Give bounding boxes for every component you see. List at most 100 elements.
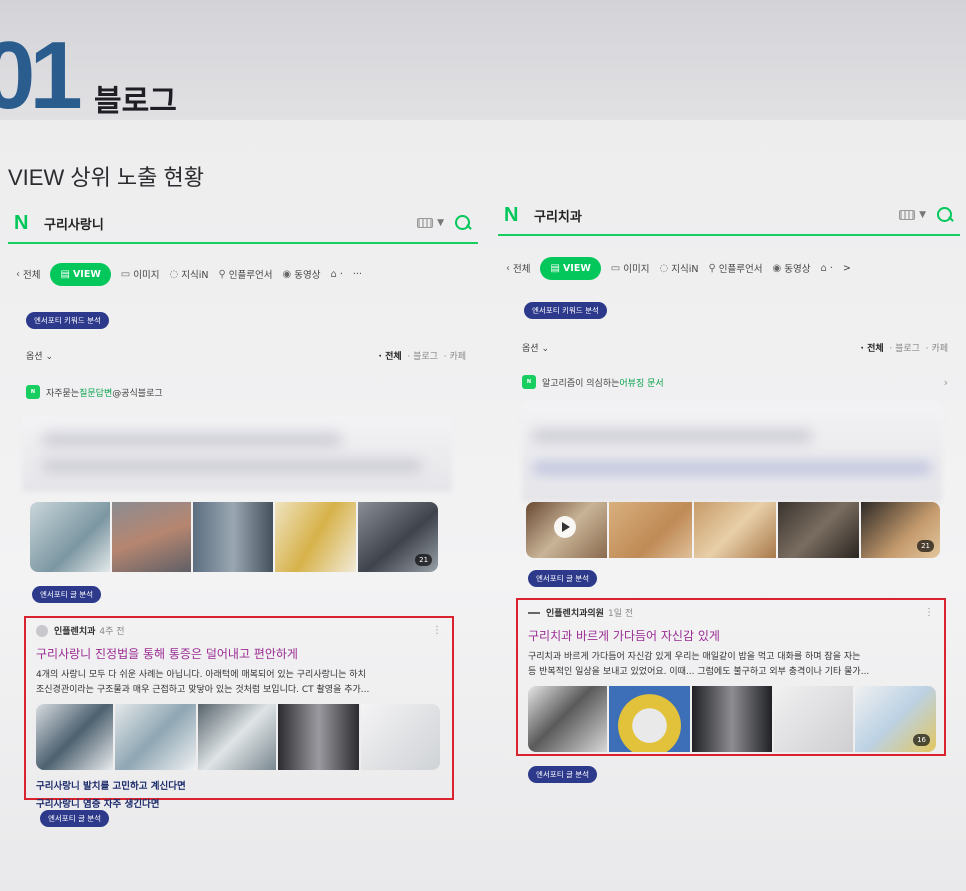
filter-cafe[interactable]: · 카페 [926, 344, 948, 354]
options-dropdown[interactable]: 옵션 ⌄ [26, 349, 53, 362]
post-image[interactable] [773, 686, 853, 752]
more-options-icon[interactable]: ⋮ [432, 625, 442, 636]
naver-logo[interactable]: N [504, 204, 526, 227]
chevron-down-icon[interactable]: ▼ [437, 218, 444, 228]
tab-all[interactable]: ‹ 전체 [16, 267, 40, 282]
play-icon[interactable] [554, 516, 576, 538]
tab-influencer[interactable]: ⚲ 인플루언서 [708, 261, 763, 276]
search-icon[interactable] [936, 206, 954, 224]
tab-view[interactable]: ▤ VIEW [50, 262, 111, 286]
info-prefix: 자주묻는 [46, 388, 80, 399]
info-row[interactable]: N 알고리즘이 의심하는 어뷰징 문서 › [498, 366, 960, 398]
post-analysis-badge[interactable]: 엔서포티 글 분석 [528, 766, 598, 783]
shopping-bag-icon: ⌂ [330, 268, 337, 280]
gallery-video[interactable] [526, 502, 608, 558]
highlighted-post-card[interactable]: 인플렌치과 4주 전 ⋮ 구리사랑니 진정법을 통해 통증은 덜어내고 편안하게… [24, 616, 454, 810]
post-analysis-badge[interactable]: 엔서포티 글 분석 [32, 586, 102, 603]
post-analysis-badge[interactable]: 엔서포티 글 분석 [528, 570, 598, 587]
info-link[interactable]: 질문답변 [79, 386, 112, 399]
gallery-image[interactable] [193, 502, 273, 572]
post-image[interactable] [278, 704, 360, 770]
filter-cafe[interactable]: · 카페 [444, 352, 466, 362]
tab-image[interactable]: ▭ 이미지 [120, 267, 160, 282]
tab-shopping[interactable]: ⌂ · [820, 263, 832, 274]
naver-logo[interactable]: N [14, 212, 36, 235]
post-image[interactable] [609, 686, 691, 752]
tab-image[interactable]: ▭ 이미지 [611, 261, 650, 276]
post-images[interactable] [36, 704, 440, 770]
tab-next[interactable]: > [843, 263, 851, 274]
tab-video[interactable]: ◉ 동영상 [282, 267, 320, 282]
filter-label: 카페 [449, 351, 466, 362]
tab-knowledge[interactable]: ◌ 지식iN [169, 267, 208, 282]
image-gallery[interactable]: 21 [526, 502, 940, 558]
info-row[interactable]: N 자주묻는 질문답변 @공식블로그 [8, 376, 478, 408]
tab-knowledge[interactable]: ◌ 지식iN [659, 261, 699, 276]
keyword-analysis-badge[interactable]: 엔서포티 키워드 분석 [26, 312, 109, 329]
search-bar[interactable]: N 구리치과 ▼ [498, 196, 960, 236]
post-image[interactable] [114, 704, 196, 770]
gallery-image[interactable] [694, 502, 776, 558]
post-image[interactable] [36, 704, 113, 770]
avatar[interactable] [528, 611, 540, 614]
tab-label: 지식iN [671, 264, 699, 275]
author-name[interactable]: 인플렌치과 [54, 624, 95, 637]
chevron-left-icon: ‹ [16, 268, 20, 280]
search-panel-right: N 구리치과 ▼ ‹ 전체 ▤ VIEW ▭ 이미지 ◌ 지식iN ⚲ 인플루언서 ◉ 동영… [498, 196, 960, 783]
tab-video[interactable]: ◉ 동영상 [772, 261, 810, 276]
keyboard-icon[interactable] [417, 218, 434, 228]
gallery-image[interactable]: 21 [358, 502, 438, 572]
related-post-link[interactable]: 구리사랑니 발치를 고민하고 계신다면 [36, 778, 442, 796]
post-image[interactable] [197, 704, 277, 770]
image-icon: ▭ [120, 268, 131, 280]
post-image[interactable] [692, 686, 772, 752]
highlighted-post-card[interactable]: 인플렌치과의원 1일 전 ⋮ 구리치과 바르게 가다듬어 자신감 있게 구리치과… [516, 598, 946, 756]
keyboard-icon[interactable] [899, 210, 916, 220]
gallery-image[interactable] [609, 502, 693, 558]
search-panel-left: N 구리사랑니 ▼ ‹ 전체 ▤ VIEW ▭ 이미지 ◌ 지식iN ⚲ 인플루언서 ◉ 동… [8, 204, 478, 827]
post-image[interactable] [528, 686, 608, 752]
chevron-down-icon[interactable]: ▼ [919, 210, 926, 220]
gallery-image[interactable] [111, 502, 192, 572]
tab-label: 인플루언서 [228, 270, 273, 281]
search-bar[interactable]: N 구리사랑니 ▼ [8, 204, 478, 244]
chevron-down-icon: ⌄ [541, 343, 549, 354]
tab-shopping[interactable]: ⌂ · [330, 269, 342, 280]
keyword-analysis-badge[interactable]: 엔서포티 키워드 분석 [524, 302, 607, 319]
chevron-left-icon: ‹ [506, 262, 510, 274]
post-title[interactable]: 구리사랑니 진정법을 통해 통증은 덜어내고 편안하게 [36, 645, 442, 662]
options-dropdown[interactable]: 옵션 ⌄ [522, 341, 549, 354]
tab-more[interactable]: ··· [353, 269, 362, 280]
filter-blog[interactable]: · 블로그 [889, 344, 920, 354]
gallery-image[interactable]: 21 [860, 502, 940, 558]
search-icon[interactable] [454, 214, 472, 232]
filter-all[interactable]: · 전체 [861, 344, 884, 354]
avatar[interactable] [36, 624, 48, 637]
tab-influencer[interactable]: ⚲ 인플루언서 [218, 267, 273, 282]
tab-label: 인플루언서 [718, 264, 763, 275]
gallery-image[interactable] [30, 502, 110, 572]
info-link[interactable]: 어뷰징 문서 [619, 376, 663, 389]
tab-all[interactable]: ‹ 전체 [506, 261, 531, 276]
post-description-line: 구리치과 바르게 가다듬어 자신감 있게 우리는 매일같이 밥을 먹고 대화를 … [528, 652, 861, 662]
search-query[interactable]: 구리치과 [534, 206, 899, 225]
search-query[interactable]: 구리사랑니 [44, 214, 417, 233]
image-gallery[interactable]: 21 [30, 502, 438, 572]
options-label: 옵션 [522, 343, 539, 354]
filter-label: 카페 [931, 343, 948, 354]
tab-view[interactable]: ▤ VIEW [540, 256, 601, 280]
post-images[interactable]: 16 [528, 686, 936, 752]
tab-label: 전체 [513, 264, 531, 275]
filter-all[interactable]: · 전체 [379, 352, 402, 362]
post-image[interactable]: 16 [854, 686, 936, 752]
more-options-icon[interactable]: ⋮ [924, 607, 934, 618]
post-image[interactable] [361, 704, 440, 770]
naver-mini-icon: N [26, 385, 40, 399]
post-title[interactable]: 구리치과 바르게 가다듬어 자신감 있게 [528, 627, 934, 644]
chevron-right-icon[interactable]: › [944, 376, 948, 389]
gallery-image[interactable] [274, 502, 357, 572]
gallery-image[interactable] [777, 502, 859, 558]
author-name[interactable]: 인플렌치과의원 [546, 606, 604, 619]
related-post-link[interactable]: 구리사랑니 염증 자주 생긴다면 [36, 796, 442, 814]
filter-blog[interactable]: · 블로그 [407, 352, 438, 362]
